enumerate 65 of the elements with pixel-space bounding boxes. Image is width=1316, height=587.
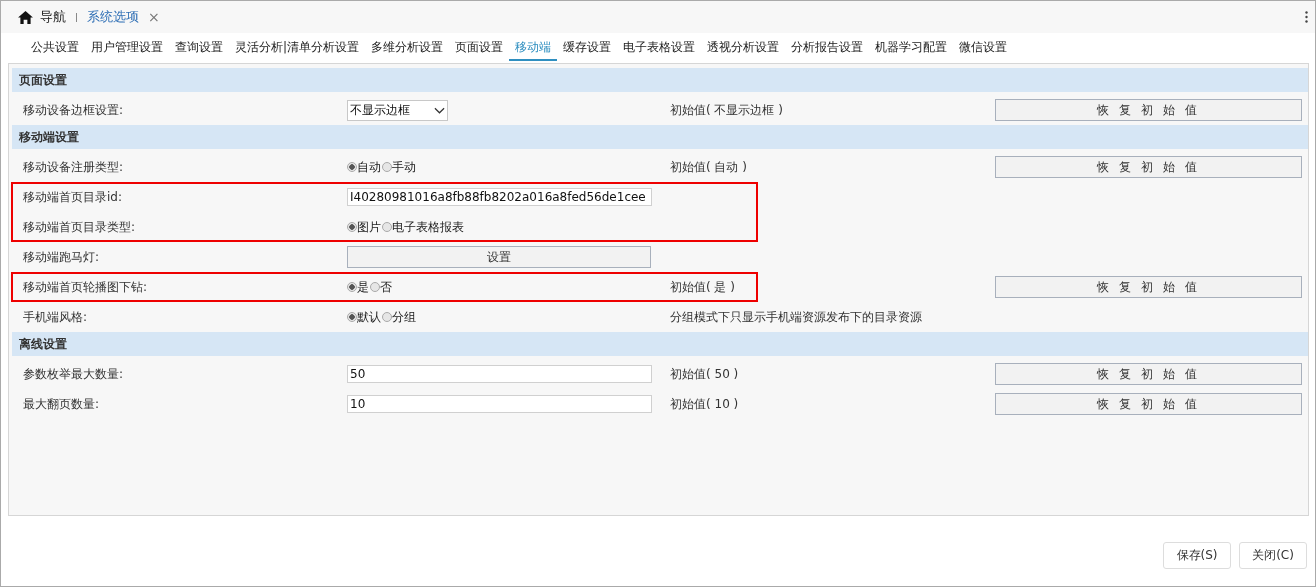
radio-label[interactable]: 是: [357, 278, 369, 296]
radio-button[interactable]: [347, 282, 357, 292]
settings-tab[interactable]: 透视分析设置: [701, 39, 786, 61]
reset-button[interactable]: 恢 复 初 始 值: [995, 156, 1302, 178]
setting-label: 最大翻页数量:: [22, 395, 101, 413]
home-icon[interactable]: [18, 10, 33, 24]
setting-label: 移动端首页目录类型:: [22, 218, 137, 236]
setting-label: 移动设备边框设置:: [22, 101, 125, 119]
reset-button[interactable]: 恢 复 初 始 值: [995, 99, 1302, 121]
radio-button[interactable]: [347, 162, 357, 172]
settings-tab[interactable]: 多维分析设置: [365, 39, 450, 61]
radio-button[interactable]: [347, 312, 357, 322]
settings-tab[interactable]: 微信设置: [953, 39, 1014, 61]
more-icon[interactable]: [1305, 11, 1308, 23]
setup-button[interactable]: 设置: [347, 246, 651, 268]
reset-button[interactable]: 恢 复 初 始 值: [995, 363, 1302, 385]
footer-button[interactable]: 保存(S): [1163, 542, 1231, 569]
close-icon[interactable]: ×: [148, 9, 160, 25]
radio-label[interactable]: 图片: [357, 218, 381, 236]
initial-value: 初始值( 不显示边框 ): [670, 102, 783, 117]
radio-label[interactable]: 电子表格报表: [392, 218, 464, 236]
radio-button[interactable]: [347, 222, 357, 232]
settings-tab[interactable]: 页面设置: [449, 39, 510, 61]
initial-value: 初始值( 50 ): [670, 366, 739, 381]
settings-tab[interactable]: 缓存设置: [557, 39, 618, 61]
input-field[interactable]: I40280981016a8fb88fb8202a016a8fed56de1cee: [347, 188, 652, 206]
radio-label[interactable]: 默认: [357, 308, 381, 326]
radio-label[interactable]: 手动: [392, 158, 416, 176]
radio-button[interactable]: [382, 222, 392, 232]
settings-tab[interactable]: 灵活分析|清单分析设置: [229, 39, 366, 61]
settings-tab[interactable]: 移动端: [509, 39, 558, 61]
input-field[interactable]: 50: [347, 365, 652, 383]
select-field[interactable]: 不显示边框: [347, 99, 448, 121]
radio-button[interactable]: [382, 312, 392, 322]
footer-button[interactable]: 关闭(C): [1239, 542, 1307, 569]
radio-label[interactable]: 自动: [357, 158, 381, 176]
settings-tab[interactable]: 分析报告设置: [785, 39, 870, 61]
initial-value: 初始值( 是 ): [670, 279, 735, 294]
settings-tab[interactable]: 查询设置: [169, 39, 229, 61]
radio-button[interactable]: [370, 282, 380, 292]
radio-label[interactable]: 分组: [392, 308, 416, 326]
setting-label: 参数枚举最大数量:: [22, 365, 125, 383]
settings-tab[interactable]: 公共设置: [25, 39, 85, 61]
radio-label[interactable]: 否: [380, 278, 392, 296]
nav-label[interactable]: 导航: [40, 8, 66, 26]
section-header: 离线设置: [12, 332, 1308, 356]
settings-tab[interactable]: 用户管理设置: [85, 39, 169, 61]
initial-value: 初始值( 自动 ): [670, 159, 747, 174]
settings-tab[interactable]: 机器学习配置: [869, 39, 954, 61]
chevron-icon: [434, 106, 445, 114]
reset-button[interactable]: 恢 复 初 始 值: [995, 276, 1302, 298]
input-field[interactable]: 10: [347, 395, 652, 413]
setting-label: 移动端首页目录id:: [22, 188, 123, 206]
setting-label: 移动端首页轮播图下钻:: [22, 278, 149, 296]
radio-button[interactable]: [382, 162, 392, 172]
open-tab[interactable]: 系统选项: [87, 8, 139, 26]
section-header: 移动端设置: [12, 125, 1308, 149]
setting-label: 移动端跑马灯:: [22, 248, 101, 266]
setting-label: 手机端风格:: [22, 308, 89, 326]
reset-button[interactable]: 恢 复 初 始 值: [995, 393, 1302, 415]
initial-value: 初始值( 10 ): [670, 396, 739, 411]
setting-label: 移动设备注册类型:: [22, 158, 125, 176]
initial-value: 分组模式下只显示手机端资源发布下的目录资源: [670, 309, 922, 324]
settings-tab[interactable]: 电子表格设置: [617, 39, 702, 61]
section-header: 页面设置: [12, 68, 1308, 92]
